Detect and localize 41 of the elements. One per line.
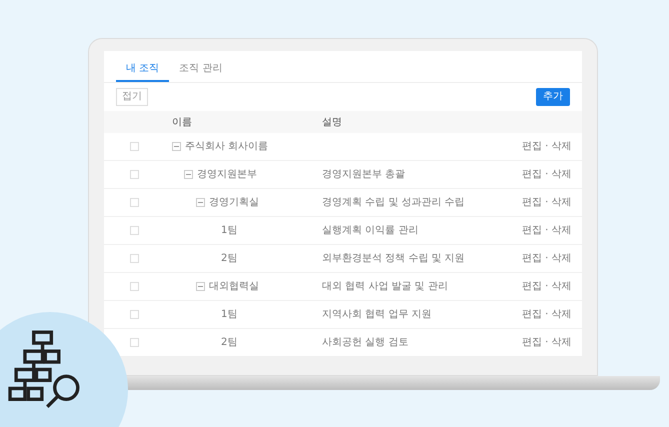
- org-description: 경영지원본부 총괄: [322, 169, 406, 180]
- org-description: 사회공헌 실행 검토: [322, 337, 408, 348]
- org-name: 주식회사 회사이름: [185, 140, 268, 154]
- org-name: 1팀: [221, 308, 238, 322]
- edit-delete-links[interactable]: 편집 · 삭제: [514, 167, 572, 182]
- tab[interactable]: 내 조직: [116, 57, 170, 82]
- row-checkbox[interactable]: [130, 310, 138, 319]
- row-checkbox[interactable]: [130, 142, 138, 151]
- org-description: 외부환경분석 정책 수립 및 지원: [322, 253, 465, 264]
- org-name: 경영지원본부: [197, 168, 257, 182]
- row-checkbox[interactable]: [130, 254, 138, 263]
- collapse-toggle-icon[interactable]: [196, 198, 205, 207]
- edit-delete-links[interactable]: 편집 · 삭제: [514, 307, 572, 322]
- row-checkbox[interactable]: [130, 198, 138, 207]
- org-description: 경영계획 수립 및 성과관리 수립: [322, 197, 465, 208]
- org-description: 대외 협력 사업 발굴 및 관리: [322, 281, 448, 292]
- org-name: 2팀: [221, 252, 238, 266]
- collapse-toggle-icon[interactable]: [184, 170, 193, 179]
- add-button[interactable]: 추가: [536, 88, 570, 106]
- collapse-toggle-icon[interactable]: [172, 142, 181, 151]
- tab[interactable]: 조직 관리: [169, 57, 232, 82]
- edit-delete-links[interactable]: 편집 · 삭제: [514, 279, 572, 294]
- collapse-toggle-icon[interactable]: [196, 282, 205, 291]
- org-name: 1팀: [221, 224, 238, 238]
- collapse-button[interactable]: 접기: [116, 88, 148, 106]
- org-name: 경영기획실: [209, 196, 259, 210]
- row-checkbox[interactable]: [130, 338, 138, 347]
- row-checkbox[interactable]: [130, 170, 138, 179]
- column-header: 이름: [171, 116, 193, 130]
- edit-delete-links[interactable]: 편집 · 삭제: [514, 251, 572, 266]
- edit-delete-links[interactable]: 편집 · 삭제: [514, 223, 572, 238]
- org-name: 대외협력실: [209, 280, 259, 294]
- edit-delete-links[interactable]: 편집 · 삭제: [514, 139, 572, 154]
- org-description: 지역사회 협력 업무 지원: [322, 309, 432, 320]
- edit-delete-links[interactable]: 편집 · 삭제: [514, 335, 572, 350]
- edit-delete-links[interactable]: 편집 · 삭제: [514, 195, 572, 210]
- row-checkbox[interactable]: [130, 282, 138, 291]
- org-description: 실행계획 이익률 관리: [322, 225, 418, 236]
- column-header: 설명: [321, 116, 342, 130]
- row-checkbox[interactable]: [130, 226, 138, 235]
- org-name: 2팀: [221, 336, 238, 350]
